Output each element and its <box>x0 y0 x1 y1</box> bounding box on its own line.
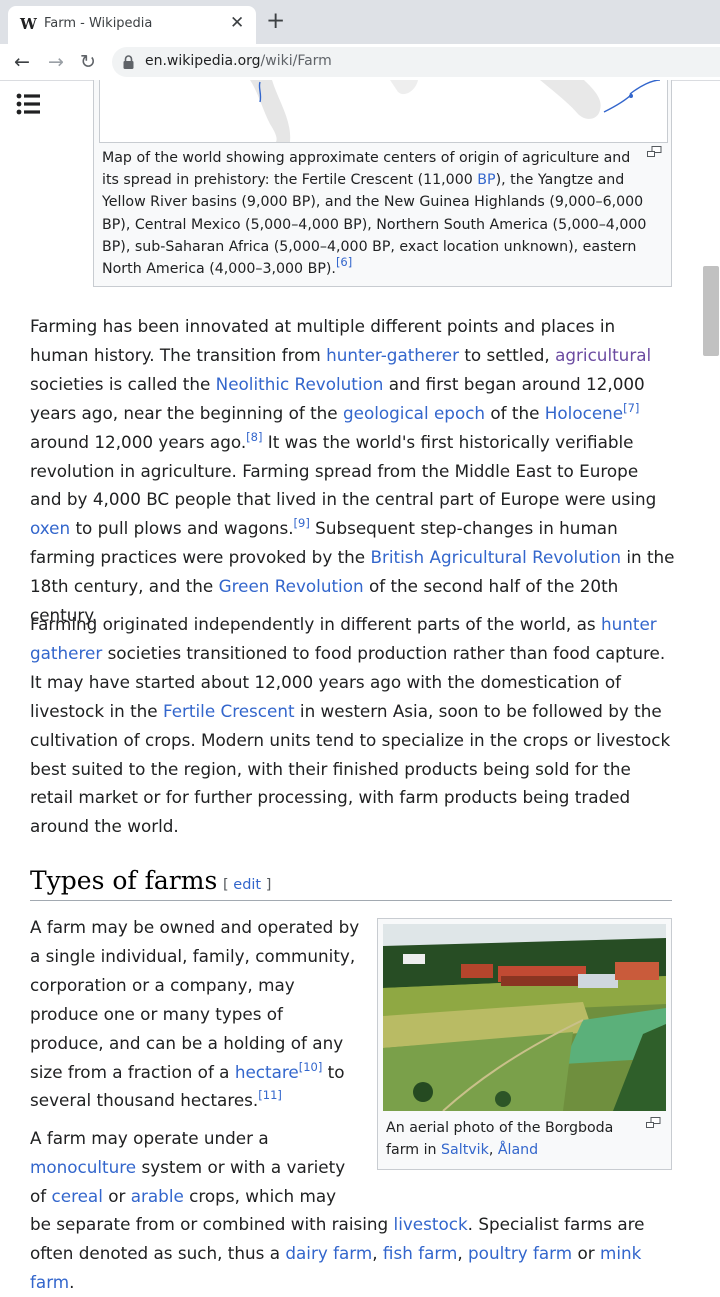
world-map-image[interactable] <box>99 80 668 143</box>
hectare-link[interactable]: hectare <box>235 1062 299 1082</box>
url-path: /wiki/Farm <box>260 53 332 69</box>
paragraph-origins: Farming originated independently in diff… <box>30 610 675 841</box>
edit-bracket: [ <box>223 877 234 893</box>
reload-button[interactable]: ↻ <box>74 48 102 76</box>
fertile-crescent-link[interactable]: Fertile Crescent <box>163 701 295 721</box>
map-figure: Map of the world showing approximate cen… <box>93 80 672 287</box>
reference-8[interactable]: [8] <box>246 430 262 444</box>
text: crops, which may <box>183 1185 337 1206</box>
url-domain: en.wikipedia.org <box>145 53 261 69</box>
paragraph-systems: A farm may operate under a monoculture s… <box>30 1124 360 1211</box>
arable-link[interactable]: arable <box>131 1186 184 1206</box>
text: in western Asia, soon to be followed by … <box>30 700 671 837</box>
text: A farm may operate under a <box>30 1128 269 1148</box>
tab-farm-wikipedia[interactable]: W Farm - Wikipedia ✕ <box>8 6 256 44</box>
enlarge-icon[interactable] <box>646 1117 661 1129</box>
edit-bracket: ] <box>261 877 272 893</box>
tab-title: Farm - Wikipedia <box>44 16 153 31</box>
scrollbar-thumb[interactable] <box>703 266 719 356</box>
cereal-link[interactable]: cereal <box>52 1186 103 1206</box>
text: or <box>102 1185 131 1206</box>
photo-caption: An aerial photo of the Borgboda farm in … <box>386 1117 636 1161</box>
section-edit: [ edit ] <box>223 877 271 893</box>
poultry-farm-link[interactable]: poultry farm <box>468 1243 572 1263</box>
neolithic-revolution-link[interactable]: Neolithic Revolution <box>216 374 384 394</box>
green-revolution-link[interactable]: Green Revolution <box>219 576 364 596</box>
british-agricultural-revolution-link[interactable]: British Agricultural Revolution <box>370 547 621 567</box>
reference-10[interactable]: [10] <box>299 1060 323 1074</box>
text: A farm may be owned and operated by a si… <box>30 917 360 1082</box>
section-title: Types of farms <box>30 866 218 895</box>
geological-epoch-link[interactable]: geological epoch <box>343 403 485 423</box>
edit-section-link[interactable]: edit <box>233 877 261 893</box>
oxen-link[interactable]: oxen <box>30 518 70 538</box>
tab-strip: W Farm - Wikipedia ✕ + <box>0 0 720 44</box>
text: societies is called the <box>30 373 216 394</box>
text: be separate from or combined with raisin… <box>30 1214 394 1234</box>
text: to pull plows and wagons. <box>70 518 294 539</box>
dairy-farm-link[interactable]: dairy farm <box>285 1243 372 1263</box>
aerial-farm-photo[interactable] <box>383 924 666 1111</box>
reference-7[interactable]: [7] <box>623 401 639 415</box>
paragraph-specialist-farms: be separate from or combined with raisin… <box>30 1210 675 1297</box>
paragraph-ownership: A farm may be owned and operated by a si… <box>30 913 360 1115</box>
reference-6[interactable]: [6] <box>336 255 352 269</box>
wikipedia-favicon-icon: W <box>20 15 37 33</box>
farm-photo-figure: An aerial photo of the Borgboda farm in … <box>377 918 672 1170</box>
map-caption: Map of the world showing approximate cen… <box>102 147 647 280</box>
section-heading-types-of-farms: Types of farms [ edit ] <box>30 866 672 901</box>
monoculture-link[interactable]: monoculture <box>30 1157 136 1177</box>
text: . <box>69 1271 75 1292</box>
reference-11[interactable]: [11] <box>258 1088 282 1102</box>
text: or <box>572 1242 600 1263</box>
hunter-gatherer-link[interactable]: hunter-gatherer <box>326 345 459 365</box>
forward-button[interactable]: → <box>42 48 70 76</box>
text: to settled, <box>459 344 556 365</box>
separator: , <box>488 1142 498 1159</box>
new-tab-button[interactable]: + <box>266 8 285 34</box>
tab-close-icon[interactable]: ✕ <box>230 13 244 33</box>
separator: , <box>457 1242 469 1263</box>
address-bar[interactable]: en.wikipedia.org/wiki/Farm <box>112 47 720 77</box>
navigation-bar: ← → ↻ en.wikipedia.org/wiki/Farm <box>0 44 720 81</box>
separator: , <box>372 1242 383 1263</box>
text: of the <box>485 402 545 423</box>
toc-list-icon[interactable] <box>16 92 42 116</box>
holocene-link[interactable]: Holocene <box>545 403 623 423</box>
back-button[interactable]: ← <box>8 48 36 76</box>
livestock-link[interactable]: livestock <box>394 1214 468 1234</box>
lock-icon <box>123 55 134 69</box>
paragraph-history: Farming has been innovated at multiple d… <box>30 312 675 630</box>
text: Farming originated independently in diff… <box>30 614 601 634</box>
text: around 12,000 years ago. <box>30 431 247 452</box>
agricultural-link[interactable]: agricultural <box>555 345 651 365</box>
enlarge-icon[interactable] <box>647 146 662 158</box>
fish-farm-link[interactable]: fish farm <box>383 1243 457 1263</box>
aland-link[interactable]: Åland <box>498 1142 538 1158</box>
saltvik-link[interactable]: Saltvik <box>441 1142 489 1158</box>
reference-9[interactable]: [9] <box>294 516 310 530</box>
bp-link[interactable]: BP <box>477 172 495 188</box>
url-text: en.wikipedia.org/wiki/Farm <box>145 53 332 69</box>
